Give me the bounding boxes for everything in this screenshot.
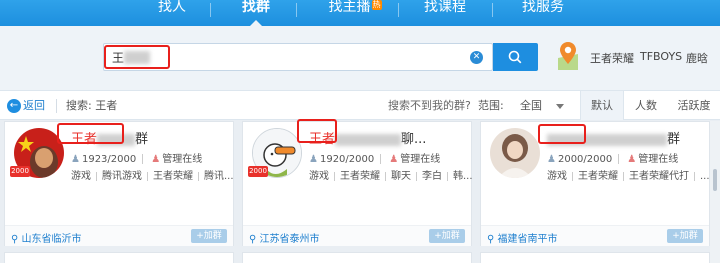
- search-box: ✕: [103, 43, 493, 71]
- join-group-button[interactable]: +加群: [429, 229, 465, 243]
- location-pin-icon: ⚲: [487, 234, 495, 245]
- card-footer: ⚲ 福建省南平市 +加群: [481, 225, 709, 246]
- search-icon: [508, 50, 522, 64]
- group-name[interactable]: 王者群: [71, 128, 148, 147]
- back-arrow-icon: ←: [7, 99, 21, 113]
- nav-divider: [296, 3, 297, 17]
- range-label: 范围:: [478, 99, 504, 112]
- group-name[interactable]: 群: [547, 128, 680, 147]
- level-badge: 2000: [248, 166, 268, 177]
- hot-badge: 热: [371, 0, 382, 10]
- scrollbar-thumb[interactable]: [713, 169, 717, 191]
- map-pin-icon[interactable]: [556, 40, 580, 72]
- hotword-link[interactable]: TFBOYS: [640, 50, 682, 63]
- tab-find-people[interactable]: 找人: [150, 0, 194, 26]
- group-location: ⚲ 福建省南平市: [487, 234, 558, 245]
- search-input[interactable]: [112, 48, 432, 66]
- hotword-link[interactable]: 鹿晗: [686, 50, 708, 66]
- group-location: ⚲ 江苏省泰州市: [249, 234, 320, 245]
- manager-icon: ♟: [627, 154, 637, 165]
- manager-icon: ♟: [151, 154, 161, 165]
- group-stats: ♟ 2000/2000 ♟ 管理在线: [547, 154, 679, 165]
- level-badge: 2000: [10, 166, 30, 177]
- card-footer: ⚲ 山东省临沂市 +加群: [5, 225, 233, 246]
- card-footer: ⚲ 江苏省泰州市 +加群: [243, 225, 471, 246]
- manager-icon: ♟: [389, 154, 399, 165]
- tab-find-courses[interactable]: 找课程: [420, 0, 470, 26]
- scrollbar[interactable]: [710, 121, 720, 263]
- chevron-down-icon[interactable]: [556, 104, 564, 109]
- range-select[interactable]: 全国: [520, 98, 542, 114]
- sort-tab-members[interactable]: 人数: [626, 91, 666, 120]
- location-pin-icon: ⚲: [11, 234, 19, 245]
- sort-tab-default[interactable]: 默认: [580, 91, 624, 120]
- join-group-button[interactable]: +加群: [191, 229, 227, 243]
- group-tags: 游戏 王者荣耀 王者荣耀代打...: [547, 171, 710, 182]
- group-name[interactable]: 王者 聊...: [309, 128, 426, 147]
- nav-divider: [398, 3, 399, 17]
- members-icon: ♟: [309, 154, 318, 165]
- group-card[interactable]: 群 ♟ 2000/2000 ♟ 管理在线 游戏 王者荣耀 王者荣耀代打... ⚲ 福建省南…: [480, 121, 710, 246]
- tab-find-services[interactable]: 找服务: [518, 0, 568, 26]
- top-nav: 找人 找群 找主播热 找课程 找服务: [0, 0, 720, 26]
- group-card-partial[interactable]: [242, 252, 472, 263]
- group-card-partial[interactable]: [4, 252, 234, 263]
- group-card-partial[interactable]: [480, 252, 710, 263]
- join-group-button[interactable]: +加群: [667, 229, 703, 243]
- divider: [56, 99, 57, 113]
- hotword-link[interactable]: 王者荣耀: [590, 50, 634, 66]
- clear-search-icon[interactable]: ✕: [470, 51, 483, 64]
- back-button[interactable]: ← 返回: [7, 98, 45, 114]
- members-icon: ♟: [71, 154, 80, 165]
- sort-tab-activity[interactable]: 活跃度: [670, 91, 718, 120]
- search-button[interactable]: [493, 43, 538, 71]
- group-tags: 游戏 王者荣耀 聊天 李白 韩...: [309, 171, 473, 182]
- search-query-label: 搜索: 王者: [66, 99, 118, 112]
- group-card[interactable]: 2000 王者群 ♟ 1923/2000 ♟ 管理在线 游戏 腾讯游戏 王者荣耀 腾讯...…: [4, 121, 234, 246]
- group-location: ⚲ 山东省临沂市: [11, 234, 82, 245]
- members-icon: ♟: [547, 154, 556, 165]
- search-area: ✕ 王者荣耀 TFBOYS 鹿晗: [0, 26, 720, 90]
- nav-divider: [210, 3, 211, 17]
- search-input-blur: [124, 51, 150, 64]
- not-found-link[interactable]: 搜索不到我的群?: [388, 98, 471, 114]
- group-stats: ♟ 1920/2000 ♟ 管理在线: [309, 154, 441, 165]
- group-card[interactable]: 2000 王者 聊... ♟ 1920/2000 ♟ 管理在线 游戏 王者荣耀 聊天 李白 韩.…: [242, 121, 473, 246]
- group-tags: 游戏 腾讯游戏 王者荣耀 腾讯...: [71, 171, 234, 182]
- nav-divider: [492, 3, 493, 17]
- group-avatar: [490, 128, 540, 178]
- group-stats: ♟ 1923/2000 ♟ 管理在线: [71, 154, 203, 165]
- tab-find-streamers[interactable]: 找主播热: [322, 0, 388, 26]
- location-pin-icon: ⚲: [249, 234, 257, 245]
- filter-bar: ← 返回 搜索: 王者 搜索不到我的群? 范围: 全国 默认 人数 活跃度: [0, 90, 720, 120]
- tab-find-groups[interactable]: 找群: [234, 0, 278, 26]
